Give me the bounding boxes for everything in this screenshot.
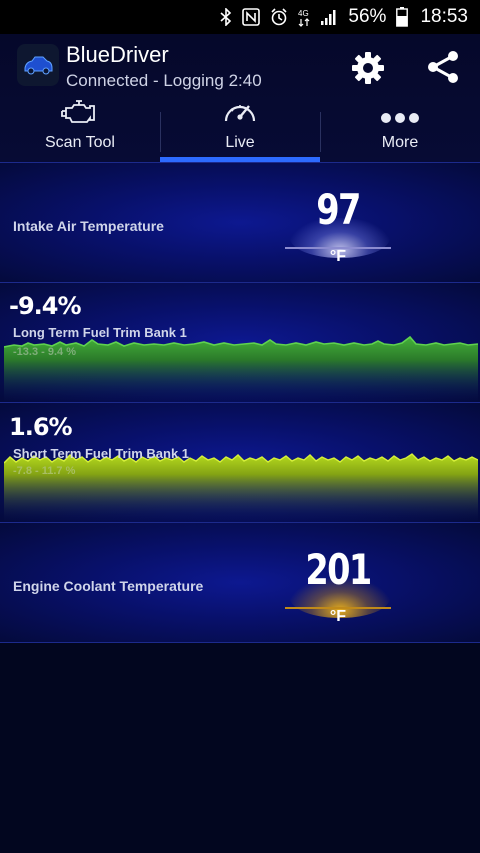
- gauge-value: 97: [316, 185, 361, 234]
- app-title: BlueDriver: [66, 42, 169, 67]
- trim-value: -9.4%: [9, 292, 82, 320]
- tab-live[interactable]: Live: [160, 96, 320, 162]
- clock-time: 18:53: [420, 6, 468, 27]
- gauge-label: Intake Air Temperature: [13, 218, 164, 234]
- share-icon[interactable]: [424, 48, 462, 86]
- tab-bar: Scan Tool Live More: [0, 96, 480, 162]
- gauge-value: 201: [305, 545, 372, 594]
- svg-text:4G: 4G: [298, 9, 309, 18]
- app-logo: [17, 44, 59, 86]
- tab-scan-tool-label: Scan Tool: [45, 134, 115, 151]
- settings-gear-icon[interactable]: [350, 50, 386, 86]
- app-bar: BlueDriver Connected - Logging 2:40 Scan…: [0, 34, 480, 162]
- gauge-label: Long Term Fuel Trim Bank 1: [13, 325, 187, 340]
- gauge-intake-air-temperature[interactable]: Intake Air Temperature 97 °F: [0, 162, 480, 283]
- tab-more[interactable]: More: [320, 96, 480, 162]
- more-dots-icon: [380, 111, 420, 130]
- gauge-short-term-fuel-trim[interactable]: 1.6% Short Term Fuel Trim Bank 1 -7.8 - …: [0, 402, 480, 523]
- signal-icon: [320, 9, 338, 25]
- tab-more-label: More: [381, 134, 419, 151]
- speedometer-icon: [222, 97, 258, 130]
- trim-range: -7.8 - 11.7 %: [13, 465, 76, 477]
- connection-status: Connected - Logging 2:40: [66, 71, 262, 90]
- bluetooth-icon: [220, 8, 232, 26]
- nfc-icon: [242, 8, 261, 26]
- status-bar: 4G 56% 18:53: [0, 0, 480, 34]
- 4g-icon: 4G: [298, 7, 310, 27]
- gauge-unit: °F: [329, 608, 347, 625]
- gauge-label: Short Term Fuel Trim Bank 1: [13, 446, 190, 461]
- battery-percent: 56%: [348, 6, 387, 27]
- engine-icon: [60, 99, 100, 130]
- tab-live-label: Live: [225, 134, 255, 151]
- gauge-unit: °F: [329, 248, 347, 265]
- gauge-label: Engine Coolant Temperature: [13, 578, 204, 594]
- tab-scan-tool[interactable]: Scan Tool: [0, 96, 160, 162]
- trim-value: 1.6%: [9, 413, 73, 441]
- alarm-icon: [270, 8, 288, 26]
- gauge-long-term-fuel-trim[interactable]: -9.4% Long Term Fuel Trim Bank 1 -13.3 -…: [0, 282, 480, 403]
- trim-range: -13.3 - 9.4 %: [13, 346, 76, 358]
- battery-icon: [396, 7, 409, 27]
- gauge-engine-coolant-temperature[interactable]: Engine Coolant Temperature 201 °F: [0, 522, 480, 643]
